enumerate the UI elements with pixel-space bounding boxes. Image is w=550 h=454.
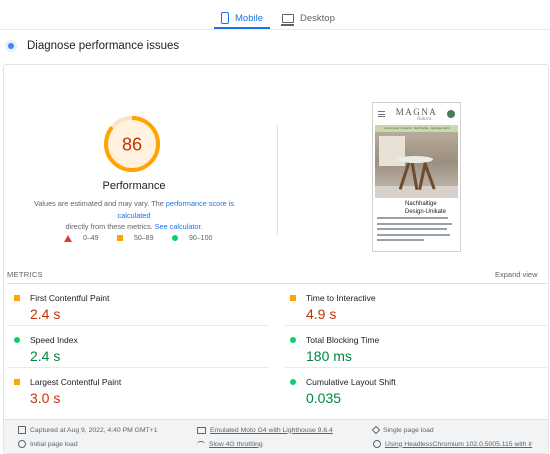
metric-name: Speed Index [30,335,78,345]
diagnose-title: Diagnose performance issues [27,40,180,52]
tab-mobile-label: Mobile [235,12,263,24]
legend-average: 50–89 [117,233,153,243]
preview-logo-sub: Natura [417,117,432,122]
note-middle: directly from these metrics. [65,222,155,231]
monitor-icon [281,13,294,26]
metric-name: Total Blocking Time [306,335,380,345]
legend-pass-label: 90–100 [189,234,213,242]
network-throttling-text: Slow 4G throttling [209,440,263,448]
pass-circle-icon [172,235,178,241]
page-screenshot-preview: MAGNA Natura Kostenloser Versand · Nachh… [372,102,461,252]
performance-score-gauge: 86 [104,116,160,172]
preview-hero-image [375,132,458,198]
metrics-divider [7,283,547,284]
report-card [3,64,549,454]
tab-desktop[interactable]: Desktop [281,6,335,30]
performance-score-value: 86 [122,135,142,155]
single-page-load: Single page load [371,424,434,436]
pass-circle-icon [290,379,296,385]
average-square-icon [117,235,123,241]
average-square-icon [14,379,20,385]
metric-value: 2.4 s [30,348,61,364]
fail-triangle-icon [64,234,72,242]
preview-banner: Kostenloser Versand · Nachhaltig · Handg… [375,125,458,132]
preview-heading-line2: Design-Unikate [405,208,447,215]
preview-body-text [377,217,456,245]
pass-circle-icon [14,337,20,343]
summary-divider [277,125,278,235]
metric-name: First Contentful Paint [30,293,110,303]
timer-icon [18,440,26,448]
legend-pass: 90–100 [172,233,212,243]
average-square-icon [14,295,20,301]
metric-value: 0.035 [306,390,342,406]
tab-desktop-label: Desktop [300,12,335,24]
calculator-link[interactable]: See calculator. [155,222,203,231]
metric-value: 180 ms [306,348,352,364]
preview-heading: Nachhaltige Design-Unikate [373,201,460,216]
expand-view-toggle[interactable]: Expand view [495,270,538,279]
device-tabs: Mobile Desktop [0,0,550,30]
single-page-load-text: Single page load [383,426,434,434]
note-prefix: Values are estimated and may vary. The [34,199,166,208]
performance-label: Performance [102,180,166,192]
emulated-device[interactable]: Emulated Moto G4 with Lighthouse 9.6.4 [197,424,333,436]
calendar-icon [18,426,26,434]
legend-fail-label: 0–49 [83,234,99,242]
legend-average-label: 50–89 [134,234,154,242]
emulated-device-text: Emulated Moto G4 with Lighthouse 9.6.4 [210,426,333,434]
pass-circle-icon [290,337,296,343]
initial-page-load: Initial page load [18,438,78,450]
metric-value: 2.4 s [30,306,61,322]
wifi-icon [197,441,205,447]
average-square-icon [290,295,296,301]
smartphone-icon [221,12,229,24]
browser-info[interactable]: Using HeadlessChromium 102.0.5005.115 wi… [373,438,532,450]
lighthouse-pulse-icon [5,40,17,52]
preview-heading-line1: Nachhaltige [405,201,437,207]
chrome-icon [373,440,381,448]
cart-icon [447,110,455,118]
runtime-settings-footer: Captured at Aug 9, 2022, 4:40 PM GMT+1 I… [4,419,548,453]
metrics-header: METRICS [7,270,43,279]
browser-info-text: Using HeadlessChromium 102.0.5005.115 wi… [385,440,533,448]
metric-name: Largest Contentful Paint [30,377,122,387]
page-load-icon [371,425,381,435]
tabs-divider [0,29,550,30]
metric-name: Cumulative Layout Shift [306,377,396,387]
metric-value: 3.0 s [30,390,61,406]
device-icon [197,426,206,434]
metric-value: 4.9 s [306,306,337,322]
captured-at: Captured at Aug 9, 2022, 4:40 PM GMT+1 [18,424,158,436]
legend-fail: 0–49 [64,233,99,243]
captured-at-text: Captured at Aug 9, 2022, 4:40 PM GMT+1 [30,426,158,434]
initial-page-load-text: Initial page load [30,440,78,448]
diagnose-header: Diagnose performance issues [5,37,179,55]
estimate-note: Values are estimated and may vary. The p… [18,198,250,233]
network-throttling[interactable]: Slow 4G throttling [197,438,263,450]
metric-name: Time to Interactive [306,293,376,303]
